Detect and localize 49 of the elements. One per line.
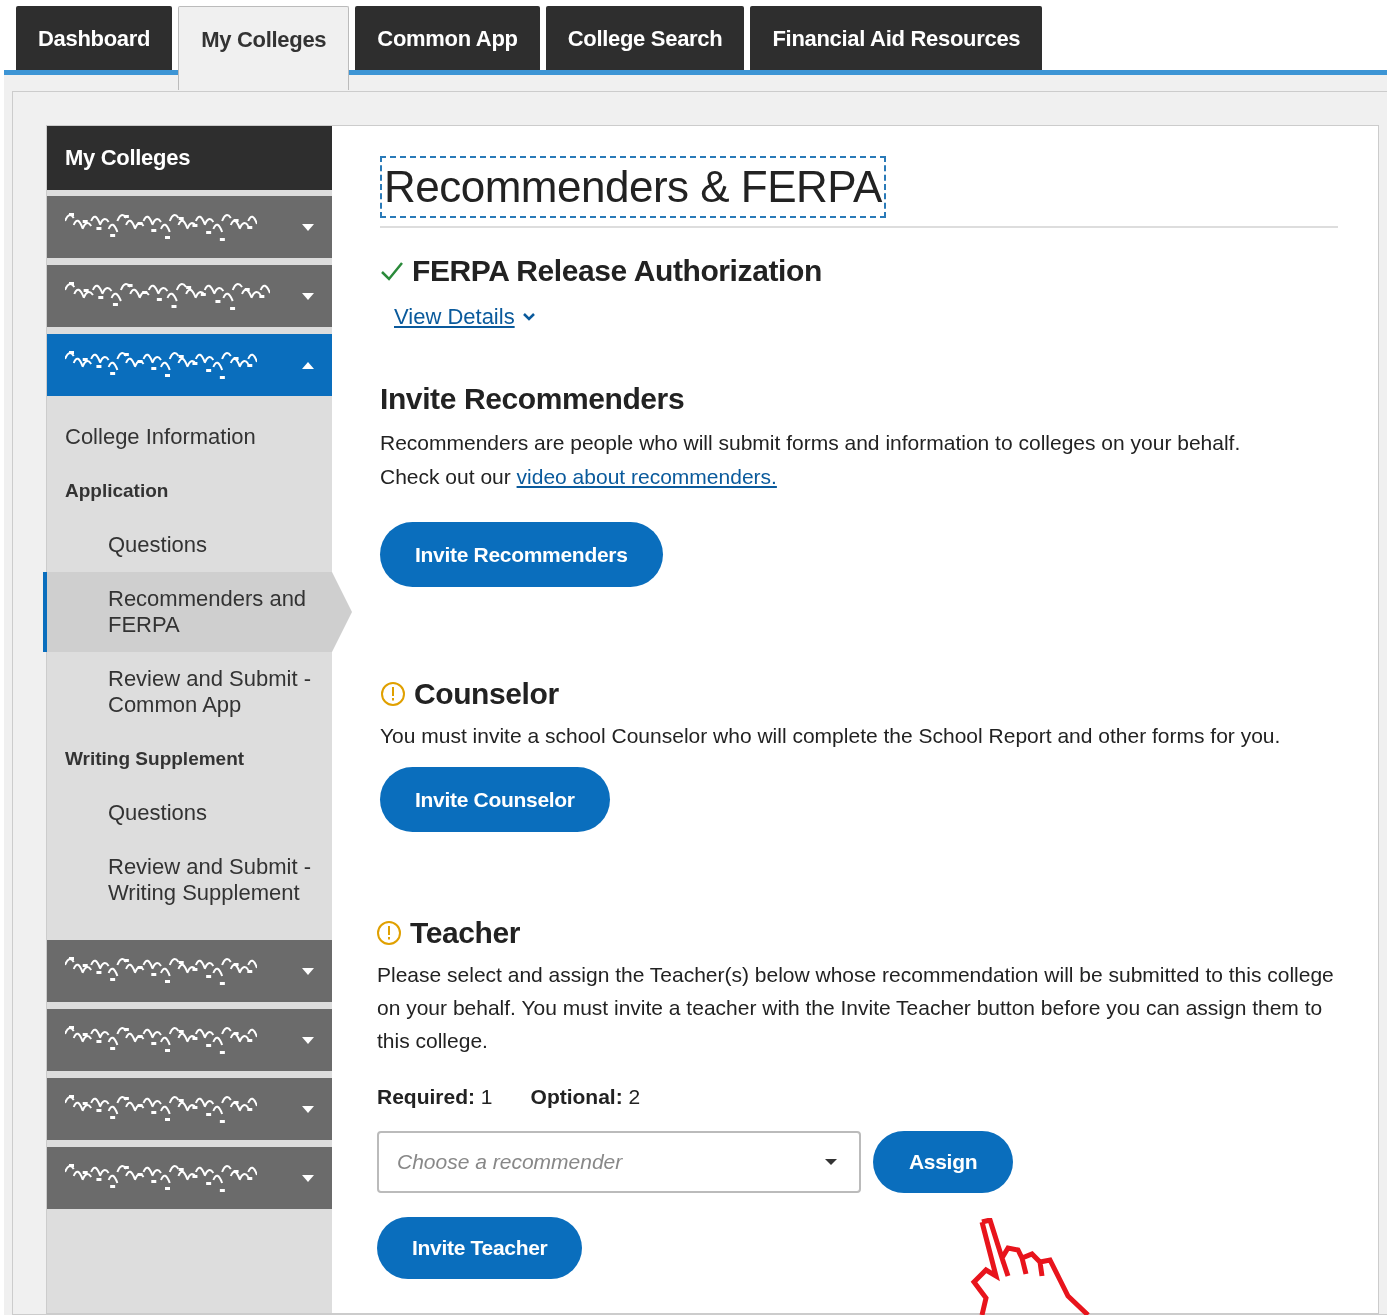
sidebar-heading: Application: [64, 479, 170, 503]
nav-tab[interactable]: My Colleges: [178, 6, 350, 90]
warning-icon: [380, 681, 406, 707]
section-text: Recommenders are people who will submit forms and information to colleges on your behalf. Check out our video about recommenders.: [380, 430, 1242, 490]
recommender-select[interactable]: Choose a recommender: [377, 1131, 861, 1193]
college-accordion[interactable]: [47, 265, 332, 327]
nav-tab[interactable]: College Search: [545, 6, 745, 70]
caret-down-icon: [302, 1105, 314, 1113]
sidebar-link[interactable]: Review and Submit - Common App: [43, 652, 332, 732]
college-accordion[interactable]: [47, 1009, 332, 1071]
nav-tab[interactable]: Common App: [355, 6, 540, 70]
caret-down-icon: [302, 1174, 314, 1182]
view-details-link[interactable]: View Details: [394, 304, 515, 330]
invite-counselor-button[interactable]: Invite Counselor: [380, 767, 610, 832]
caret-up-icon: [302, 361, 314, 369]
video-link[interactable]: video about recommenders.: [516, 465, 777, 488]
caret-down-icon: [302, 967, 314, 975]
page-title: Recommenders & FERPA: [380, 156, 886, 218]
college-accordion[interactable]: [47, 1147, 332, 1209]
section-heading: Invite Recommenders: [380, 382, 685, 416]
nav-tab[interactable]: Dashboard: [16, 6, 173, 70]
section-heading: Counselor: [414, 677, 559, 711]
section-text: Please select and assign the Teacher(s) below whose recommendation will be submitted to this college on your behalf. You must invite a teacher with the Invite Teacher button before you can assign them to this college.: [377, 962, 1335, 1054]
sidebar-link[interactable]: Review and Submit - Writing Supplement: [43, 840, 332, 920]
sidebar-title: My Colleges: [47, 126, 332, 190]
sidebar-heading: Writing Supplement: [64, 747, 246, 771]
caret-down-icon: [302, 223, 314, 231]
caret-down-icon: [302, 1036, 314, 1044]
section-text: You must invite a school Counselor who will complete the School Report and other forms for you.: [380, 723, 1282, 749]
college-accordion[interactable]: [47, 196, 332, 258]
caret-down-icon: [302, 292, 314, 300]
sidebar-link[interactable]: College Information: [43, 410, 332, 464]
college-accordion[interactable]: [47, 940, 332, 1002]
invite-teacher-button[interactable]: Invite Teacher: [377, 1217, 583, 1279]
recommender-count: Optional: 2: [530, 1085, 641, 1109]
college-accordion[interactable]: [47, 1078, 332, 1140]
checkmark-icon: [380, 261, 404, 281]
section-heading: FERPA Release Authorization: [412, 254, 822, 288]
assign-button[interactable]: Assign: [873, 1131, 1014, 1193]
caret-down-icon: [825, 1159, 837, 1165]
invite-recommenders-button[interactable]: Invite Recommenders: [380, 522, 663, 587]
sidebar-link[interactable]: Questions: [43, 518, 332, 572]
section-heading: Teacher: [410, 916, 521, 950]
chevron-down-icon: [522, 313, 535, 321]
sidebar-link[interactable]: Questions: [43, 786, 332, 840]
college-accordion[interactable]: [47, 334, 332, 396]
recommender-count: Required: 1: [377, 1085, 493, 1109]
nav-tab[interactable]: Financial Aid Resources: [750, 6, 1043, 70]
warning-icon: [376, 920, 402, 946]
